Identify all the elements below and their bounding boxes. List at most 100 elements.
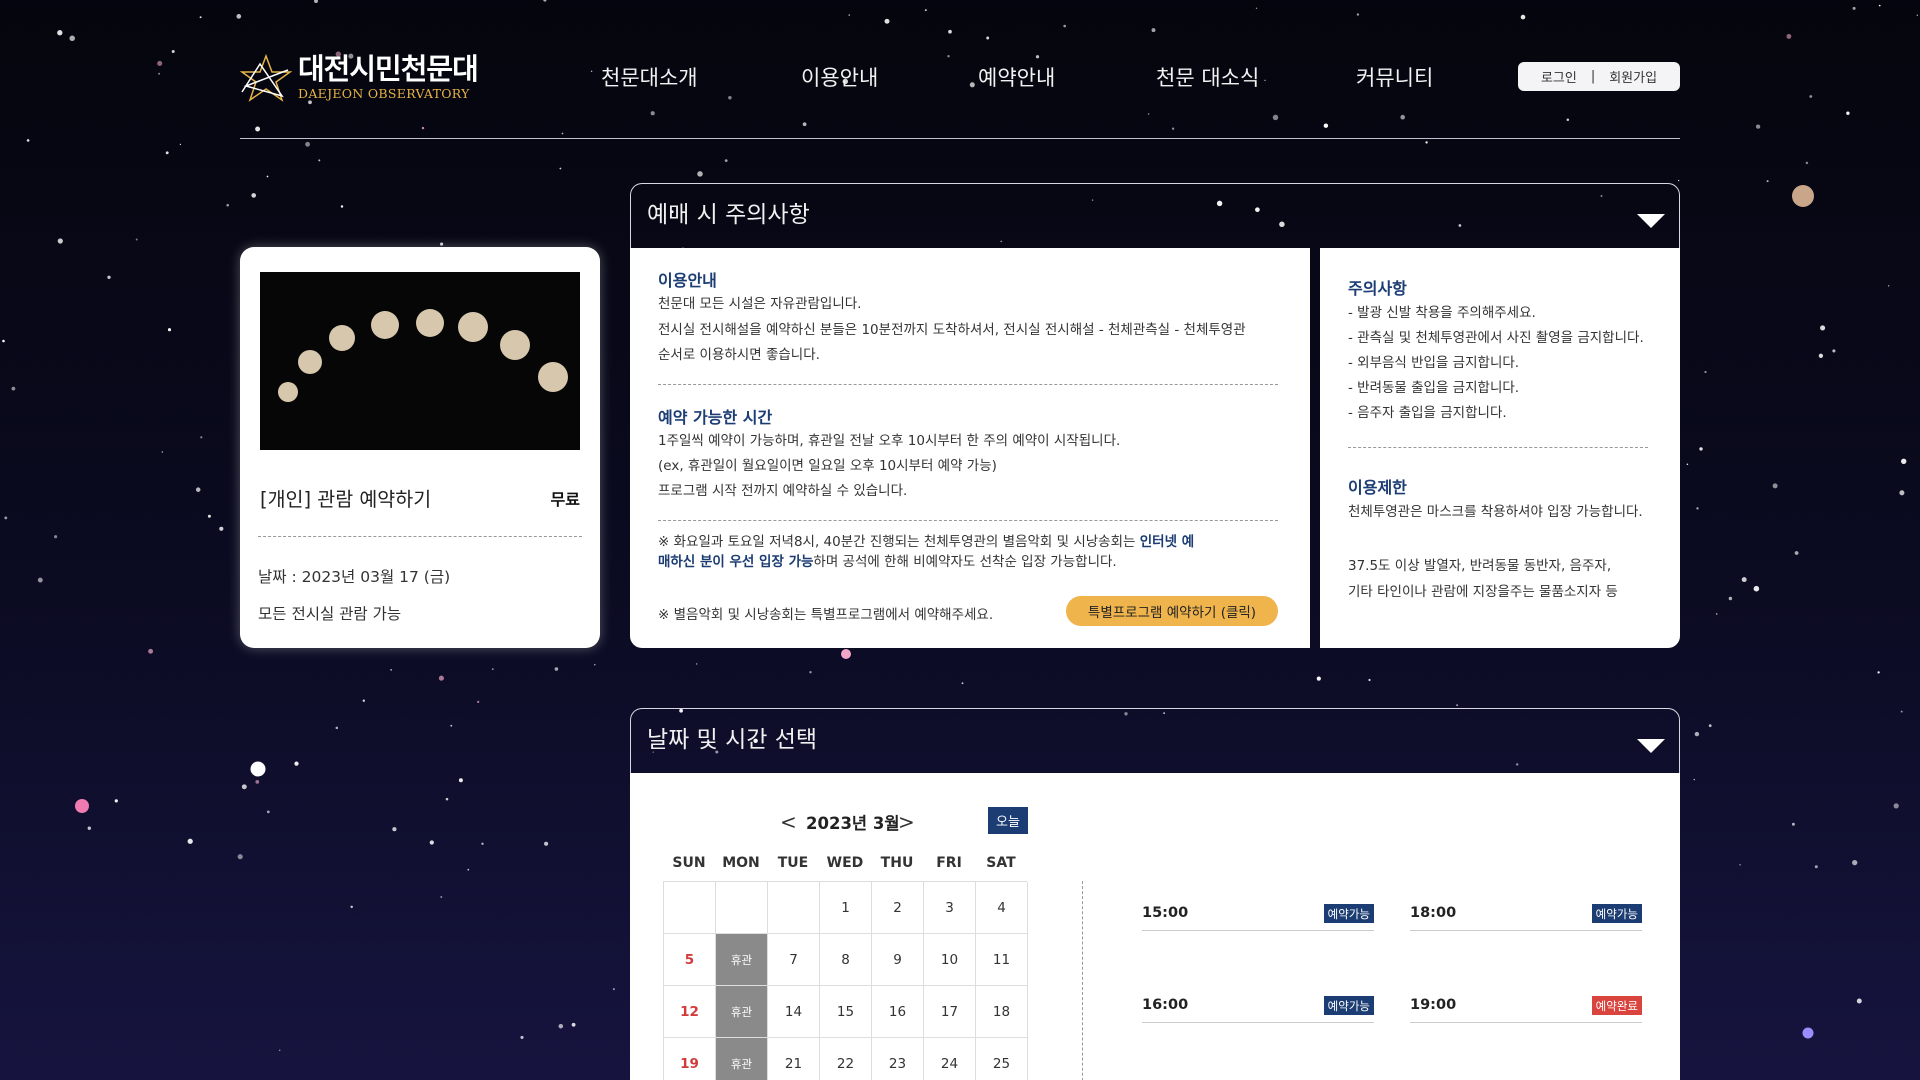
date-section-header[interactable]: 날짜 및 시간 선택 [630,708,1680,774]
caution-item: - 음주자 출입을 금지합니다. [1348,405,1507,421]
calendar-day[interactable]: 3 [924,882,976,934]
weekday-label: SUN [672,855,706,871]
calendar-day[interactable]: 4 [976,882,1028,934]
star [1696,507,1699,510]
signup-link[interactable]: 회원가입 [1609,67,1657,86]
star [802,122,807,127]
star [165,151,169,155]
star [458,778,463,783]
star [161,451,163,453]
card-divider [258,536,582,537]
planet [841,649,851,659]
star [1264,79,1266,81]
calendar-day[interactable]: 1 [820,882,872,934]
notice-section-header[interactable]: 예매 시 주의사항 [630,183,1680,249]
calendar-day[interactable]: 22 [820,1038,872,1080]
nav-news[interactable]: 천문 대소식 [1156,62,1259,92]
star [158,72,161,75]
calendar-day[interactable]: 18 [976,986,1028,1038]
nav-about[interactable]: 천문대소개 [601,62,698,92]
calendar-slot-divider [1082,881,1083,1080]
special-program-button[interactable]: 특별프로그램 예약하기 (클릭) [1066,596,1278,626]
star [241,784,247,790]
nav-usage-guide[interactable]: 이용안내 [801,62,878,92]
logo-title-korean: 대전시민천문대 [298,52,479,87]
star [1368,678,1371,682]
nav-reservation-guide[interactable]: 예약안내 [978,62,1055,92]
notice-section-title: 예매 시 주의사항 [647,202,810,228]
logo-title-english: DAEJEON OBSERVATORY [298,86,470,102]
time-slot[interactable]: 15:00 예약가능 [1142,895,1374,931]
star-party-line-2: 매하신 분이 우선 입장 가능하며 공석에 한해 비예약자도 선착순 입장 가능… [658,554,1117,570]
star [612,988,615,991]
calendar-day[interactable]: 11 [976,934,1028,986]
calendar-day[interactable]: 16 [872,986,924,1038]
star [4,516,8,520]
calendar-day[interactable]: 2 [872,882,924,934]
star [219,526,224,531]
observatory-logo[interactable]: 대전시민천문대 DAEJEON OBSERVATORY [238,50,488,106]
calendar-day-sunday[interactable]: 12 [664,986,716,1038]
calendar-day[interactable]: 7 [768,934,820,986]
star [559,167,562,170]
calendar-day[interactable]: 25 [976,1038,1028,1080]
usage-line: 천문대 모든 시설은 자유관람입니다. [658,296,862,312]
star [1753,585,1760,592]
star [1694,731,1700,737]
prev-month-button[interactable]: < [780,810,797,834]
moon-phase [329,325,355,351]
calendar-day[interactable]: 24 [924,1038,976,1080]
calendar-day[interactable]: 17 [924,986,976,1038]
weekday-label: FRI [936,855,962,871]
divider [658,520,1278,521]
star [561,132,564,135]
next-month-button[interactable]: > [898,810,915,834]
star [1852,6,1856,10]
calendar-day-empty [716,882,768,934]
calendar-day[interactable]: 14 [768,986,820,1038]
star [1704,370,1707,374]
star [107,275,111,279]
star [237,854,243,860]
star [467,868,470,871]
star [1846,111,1850,115]
star [200,436,203,439]
collapse-chevron-icon[interactable] [1637,739,1665,753]
star [477,700,480,703]
star [390,669,392,671]
calendar-day[interactable]: 23 [872,1038,924,1080]
time-slot[interactable]: 19:00 예약완료 [1410,987,1642,1023]
weekday-label: MON [722,855,760,871]
reservation-time-heading: 예약 가능한 시간 [658,408,773,427]
star [305,141,310,147]
program-card[interactable]: [개인] 관람 예약하기 무료 날짜 : 2023년 03월 17 (금) 모든… [240,247,600,648]
login-link[interactable]: 로그인 [1541,67,1577,86]
calendar-day[interactable]: 15 [820,986,872,1038]
today-button[interactable]: 오늘 [988,807,1028,834]
star [135,238,138,241]
nav-community[interactable]: 커뮤니티 [1356,62,1433,92]
calendar-day[interactable]: 10 [924,934,976,986]
collapse-chevron-icon[interactable] [1637,214,1665,228]
star [1900,710,1903,713]
moon-phase [458,312,488,342]
calendar-day-sunday[interactable]: 19 [664,1038,716,1080]
calendar-day-sunday[interactable]: 5 [664,934,716,986]
star [1255,7,1258,9]
star [255,780,260,784]
star [440,242,444,246]
calendar-day[interactable]: 21 [768,1038,820,1080]
star [1856,998,1862,1004]
time-slot[interactable]: 18:00 예약가능 [1410,895,1642,931]
star [1035,55,1040,59]
calendar-day[interactable]: 8 [820,934,872,986]
usage-notice-panel: 이용안내 천문대 모든 시설은 자유관람입니다. 전시실 전시해설을 예약하신 … [630,248,1310,648]
star [1063,24,1067,28]
time-slot[interactable]: 16:00 예약가능 [1142,987,1374,1023]
star [544,841,549,846]
star [1786,33,1792,39]
star [961,682,964,685]
calendar-day[interactable]: 9 [872,934,924,986]
calendar-day-closed: 휴관 [716,934,768,986]
program-price: 무료 [550,490,580,509]
